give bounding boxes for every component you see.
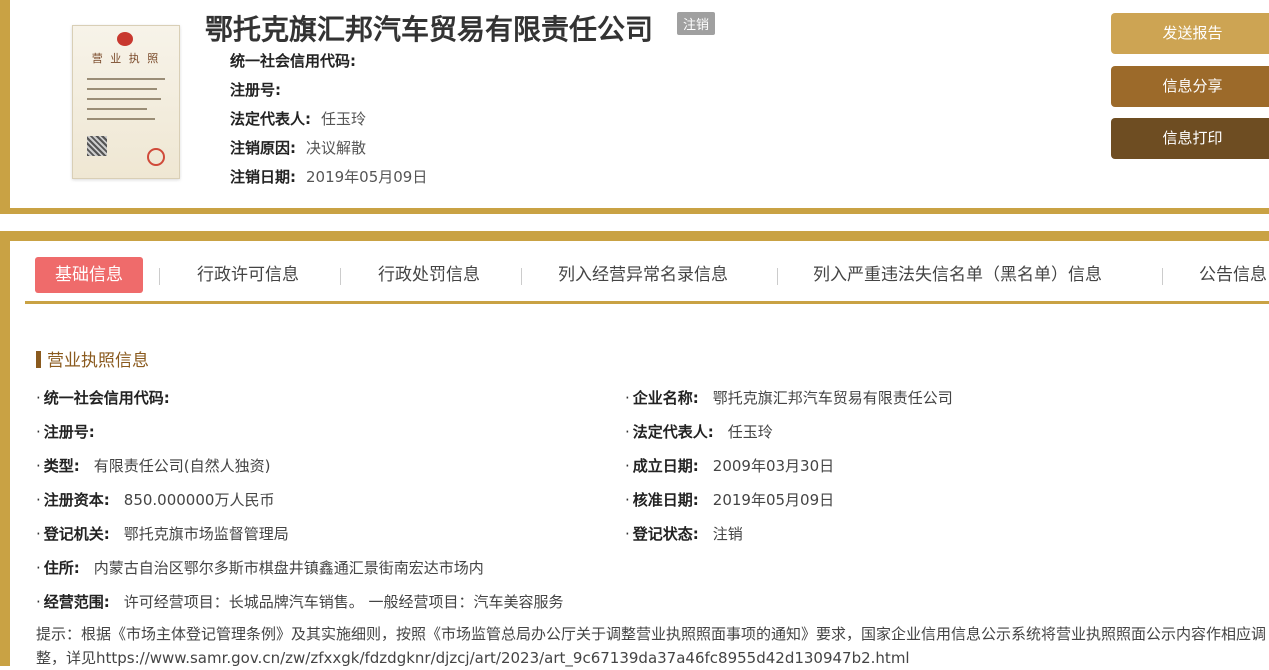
- info-scope: · 经营范围: 许可经营项目：长城品牌汽车销售。 一般经营项目：汽车美容服务: [36, 593, 564, 611]
- info-approved: · 核准日期: 2019年05月09日: [625, 491, 835, 509]
- info-type: · 类型: 有限责任公司(自然人独资): [36, 457, 271, 475]
- info-value: 注销: [712, 525, 743, 543]
- tab-announcements[interactable]: 公告信息: [1199, 257, 1267, 293]
- info-label: 法定代表人:: [632, 423, 714, 441]
- section-title: 营业执照信息: [36, 346, 149, 371]
- license-line: [87, 118, 155, 120]
- tab-admin-license[interactable]: 行政许可信息: [197, 257, 299, 293]
- info-value: 鄂托克旗汇邦汽车贸易有限责任公司: [712, 389, 953, 407]
- info-credit-code: · 统一社会信用代码:: [36, 389, 170, 407]
- tab-admin-penalty[interactable]: 行政处罚信息: [378, 257, 480, 293]
- info-label: 注册资本:: [43, 491, 110, 509]
- tab-abnormal-list[interactable]: 列入经营异常名录信息: [558, 257, 728, 293]
- header-row-cancel-date: 注销日期: 2019年05月09日: [230, 166, 427, 187]
- info-authority: · 登记机关: 鄂托克旗市场监督管理局: [36, 525, 289, 543]
- info-value: 许可经营项目：长城品牌汽车销售。 一般经营项目：汽车美容服务: [123, 593, 564, 611]
- header-row-reg-no: 注册号:: [230, 79, 291, 100]
- tab-divider: [777, 268, 778, 285]
- info-label: 核准日期:: [632, 491, 699, 509]
- info-label: 注册号:: [43, 423, 95, 441]
- info-label: 企业名称:: [632, 389, 699, 407]
- header-value: 2019年05月09日: [306, 168, 428, 186]
- tab-underline: [25, 301, 1269, 304]
- info-legal-rep: · 法定代表人: 任玉玲: [625, 423, 773, 441]
- tab-divider: [1162, 268, 1163, 285]
- tab-divider: [521, 268, 522, 285]
- info-value: 2019年05月09日: [712, 491, 835, 509]
- tab-basic-info[interactable]: 基础信息: [35, 257, 143, 293]
- national-emblem-icon: [117, 32, 133, 46]
- header-label: 统一社会信用代码:: [230, 52, 356, 70]
- license-line: [87, 78, 165, 80]
- tab-divider: [159, 268, 160, 285]
- info-value: 内蒙古自治区鄂尔多斯市棋盘井镇鑫通汇景街南宏达市场内: [93, 559, 484, 577]
- business-license-thumbnail[interactable]: 营 业 执 照: [72, 25, 180, 179]
- company-header-card: 营 业 执 照 鄂托克旗汇邦汽车贸易有限责任公司 注销 统一社会信用代码: 注册…: [0, 0, 1269, 214]
- info-value: 任玉玲: [727, 423, 773, 441]
- license-line: [87, 88, 157, 90]
- info-value: 鄂托克旗市场监督管理局: [123, 525, 289, 543]
- print-info-button[interactable]: 信息打印: [1111, 118, 1269, 159]
- license-line: [87, 98, 161, 100]
- info-address: · 住所: 内蒙古自治区鄂尔多斯市棋盘井镇鑫通汇景街南宏达市场内: [36, 559, 484, 577]
- info-value: 有限责任公司(自然人独资): [93, 457, 271, 475]
- section-title-text: 营业执照信息: [47, 351, 149, 371]
- license-line: [87, 108, 147, 110]
- info-value: 2009年03月30日: [712, 457, 835, 475]
- header-row-credit-code: 统一社会信用代码:: [230, 50, 366, 71]
- header-label: 注销日期:: [230, 168, 296, 186]
- info-capital: · 注册资本: 850.000000万人民币: [36, 491, 275, 509]
- qr-code-icon: [87, 136, 107, 156]
- company-name-title: 鄂托克旗汇邦汽车贸易有限责任公司: [205, 13, 654, 46]
- header-label: 法定代表人:: [230, 110, 311, 128]
- header-value: 决议解散: [306, 139, 367, 157]
- notice-text: 提示：根据《市场主体登记管理条例》及其实施细则，按照《市场监管总局办公厅关于调整…: [36, 625, 1267, 667]
- info-company-name: · 企业名称: 鄂托克旗汇邦汽车贸易有限责任公司: [625, 389, 953, 407]
- share-info-button[interactable]: 信息分享: [1111, 66, 1269, 107]
- header-label: 注册号:: [230, 81, 281, 99]
- info-label: 住所:: [43, 559, 80, 577]
- status-badge: 注销: [677, 12, 716, 35]
- license-thumb-title: 营 业 执 照: [91, 52, 161, 65]
- tab-bar: 基础信息 行政许可信息 行政处罚信息 列入经营异常名录信息 列入严重违法失信名单…: [25, 257, 1269, 295]
- info-established: · 成立日期: 2009年03月30日: [625, 457, 835, 475]
- header-row-cancel-reason: 注销原因: 决议解散: [230, 137, 366, 158]
- info-value: 850.000000万人民币: [123, 491, 275, 509]
- header-value: 任玉玲: [321, 110, 367, 128]
- info-label: 统一社会信用代码:: [43, 389, 170, 407]
- tab-divider: [340, 268, 341, 285]
- info-label: 登记状态:: [632, 525, 699, 543]
- info-label: 类型:: [43, 457, 80, 475]
- header-row-legal-rep: 法定代表人: 任玉玲: [230, 108, 366, 129]
- info-label: 登记机关:: [43, 525, 110, 543]
- header-label: 注销原因:: [230, 139, 296, 157]
- info-label: 成立日期:: [632, 457, 699, 475]
- main-info-panel: 基础信息 行政许可信息 行政处罚信息 列入经营异常名录信息 列入严重违法失信名单…: [0, 231, 1269, 667]
- info-reg-status: · 登记状态: 注销: [625, 525, 743, 543]
- official-seal-icon: [147, 148, 165, 166]
- info-reg-no: · 注册号:: [36, 423, 95, 441]
- send-report-button[interactable]: 发送报告: [1111, 13, 1269, 54]
- section-marker-icon: [36, 351, 41, 368]
- tab-blacklist[interactable]: 列入严重违法失信名单（黑名单）信息: [813, 257, 1102, 293]
- info-label: 经营范围:: [43, 593, 110, 611]
